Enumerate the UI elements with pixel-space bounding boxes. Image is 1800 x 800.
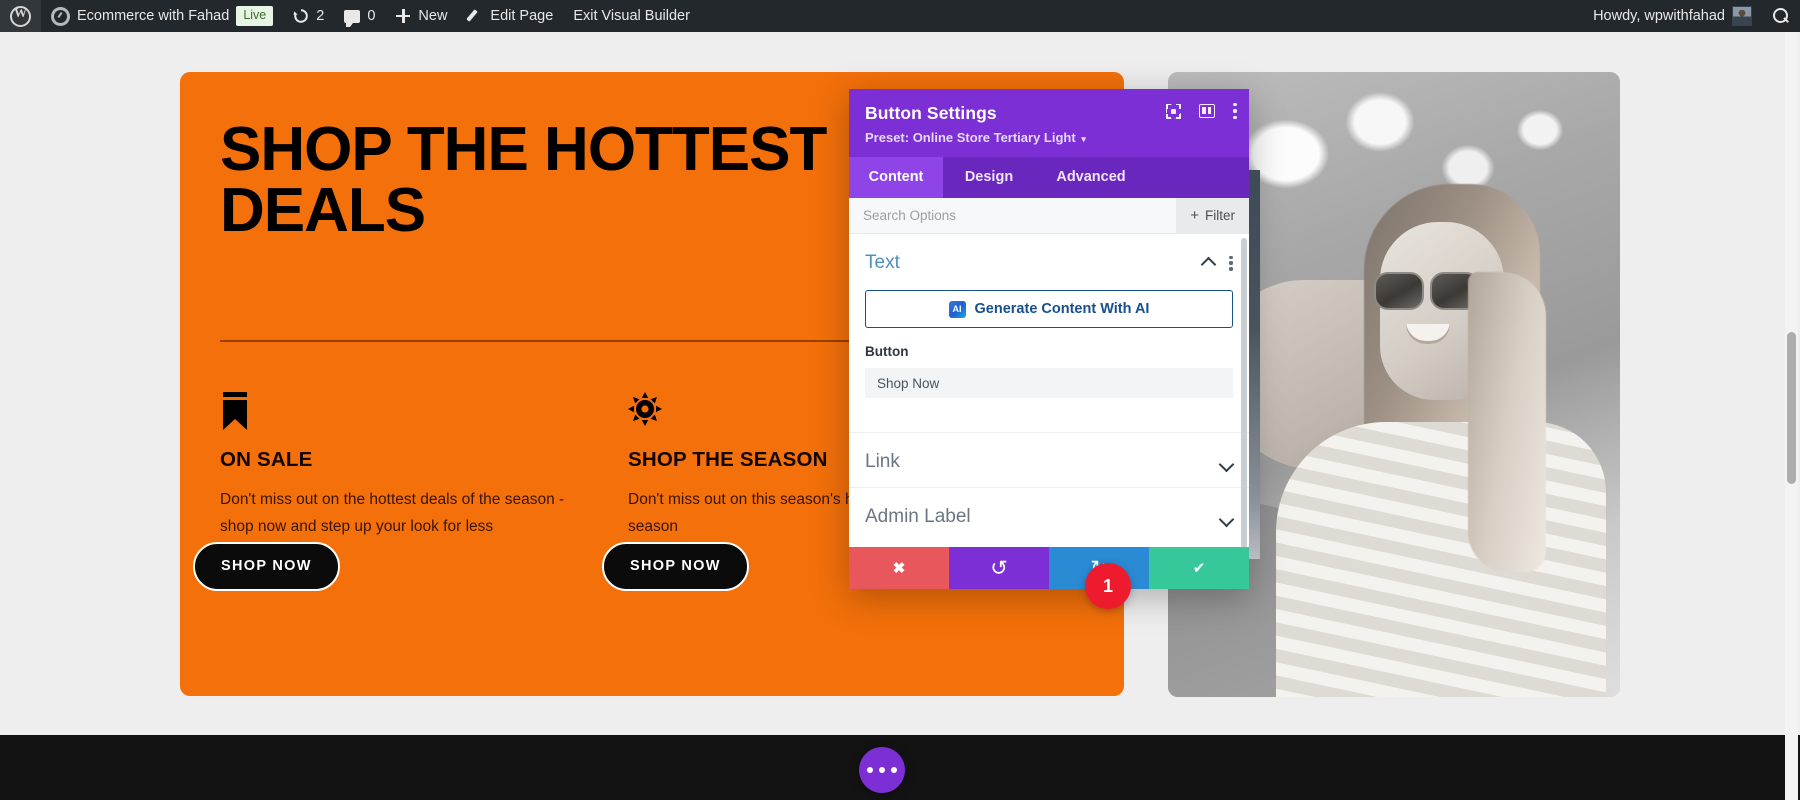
section-header-text[interactable]: Text [849,234,1249,288]
plus-icon [395,8,411,24]
undo-button[interactable] [949,547,1049,589]
tab-content[interactable]: Content [849,157,943,198]
modal-header[interactable]: Button Settings Preset: Online Store Ter… [849,89,1249,157]
exit-visual-builder-label: Exit Visual Builder [573,8,690,24]
dot [867,767,873,773]
new-label: New [418,8,448,24]
page-scrollbar-thumb[interactable] [1787,332,1796,484]
kebab-menu-icon[interactable] [1229,255,1233,271]
plus-icon: + [1190,207,1199,224]
sunglasses-icon [1374,272,1482,310]
cancel-button[interactable] [849,547,949,589]
exit-visual-builder-button[interactable]: Exit Visual Builder [563,0,700,32]
speed-gauge-icon [51,6,70,26]
button-text-input[interactable] [865,368,1233,398]
section-title: Admin Label [865,506,971,527]
dot [891,767,897,773]
modal-body-scrollbar-thumb[interactable] [1241,238,1247,547]
wp-logo-menu[interactable] [0,0,41,32]
modal-body: Text AI Generate Content With AI Button … [849,234,1249,547]
chevron-up-icon[interactable] [1202,257,1215,270]
shop-now-button[interactable]: SHOP NOW [193,542,340,591]
search-row: + Filter [849,198,1249,234]
edit-page-menu[interactable]: Edit Page [457,0,563,32]
chevron-down-icon[interactable] [1220,456,1233,469]
generate-ai-label: Generate Content With AI [974,301,1150,317]
comment-bubble-icon [344,9,361,27]
status-badge[interactable]: 1 [1085,563,1131,609]
chevron-down-icon: ▾ [1081,134,1086,144]
dot [879,767,885,773]
wordpress-logo-icon [10,5,31,27]
comments-menu[interactable]: 0 [334,0,385,32]
save-button[interactable] [1149,547,1249,589]
pencil-icon [467,8,483,24]
ai-icon: AI [948,300,966,318]
search-icon [1772,7,1790,25]
focus-icon[interactable] [1166,103,1181,119]
shop-now-button[interactable]: SHOP NOW [602,542,749,591]
section-title: Link [865,451,900,472]
generate-content-with-ai-button[interactable]: AI Generate Content With AI [865,290,1233,328]
site-name-label: Ecommerce with Fahad [77,8,230,24]
modal-footer [849,547,1249,589]
avatar [1732,6,1752,26]
live-badge: Live [236,6,274,26]
section-actions [1202,255,1233,271]
section-header-admin-label[interactable]: Admin Label [849,488,1249,542]
wp-admin-bar: Ecommerce with Fahad Live 2 0 New Edit P… [0,0,1800,32]
section-actions [1220,456,1233,469]
kebab-menu-icon[interactable] [1233,103,1237,119]
chevron-down-icon[interactable] [1220,511,1233,524]
promo-column-text: Don't miss out on the hottest deals of t… [220,491,565,536]
page-settings-fab[interactable] [859,747,905,793]
filter-button[interactable]: + Filter [1176,198,1249,233]
bookmark-icon [220,392,620,440]
modal-tabs: Content Design Advanced [849,157,1249,198]
section-actions [1220,511,1233,524]
search-input[interactable] [849,198,1177,233]
modal-header-actions [1166,103,1237,119]
layout-icon[interactable] [1199,104,1215,118]
promo-divider [220,340,900,342]
updates-count: 2 [316,8,325,24]
edit-page-label: Edit Page [490,8,554,24]
my-account-menu[interactable]: Howdy, wpwithfahad [1583,0,1762,32]
field-spacer [849,398,1249,432]
adminbar-search-button[interactable] [1762,0,1800,32]
modal-body-scrollbar[interactable] [1241,238,1247,547]
hero-image-hair-front [1468,272,1546,572]
button-text-field: Button [849,328,1249,398]
preset-label: Preset: Online Store Tertiary Light [865,130,1076,145]
site-name-menu[interactable]: Ecommerce with Fahad Live [41,0,283,32]
modal-scroll-gutter [1249,170,1260,559]
filter-label: Filter [1205,208,1235,223]
hero-image-top [1276,422,1606,697]
page-scrollbar[interactable] [1785,32,1798,800]
promo-column-on-sale: ON SALE Don't miss out on the hottest de… [220,392,620,540]
button-field-label: Button [865,344,909,359]
tab-advanced[interactable]: Advanced [1035,157,1147,198]
comments-count: 0 [367,8,376,24]
button-settings-modal[interactable]: Button Settings Preset: Online Store Ter… [849,89,1260,589]
refresh-icon [293,8,309,24]
updates-menu[interactable]: 2 [283,0,334,32]
section-header-link[interactable]: Link [849,433,1249,487]
promo-column-title: ON SALE [220,448,313,471]
section-title: Text [865,252,900,273]
preset-selector[interactable]: Preset: Online Store Tertiary Light ▾ [865,130,1233,145]
tab-design[interactable]: Design [943,157,1035,198]
new-content-menu[interactable]: New [385,0,457,32]
howdy-label: Howdy, wpwithfahad [1593,8,1725,24]
